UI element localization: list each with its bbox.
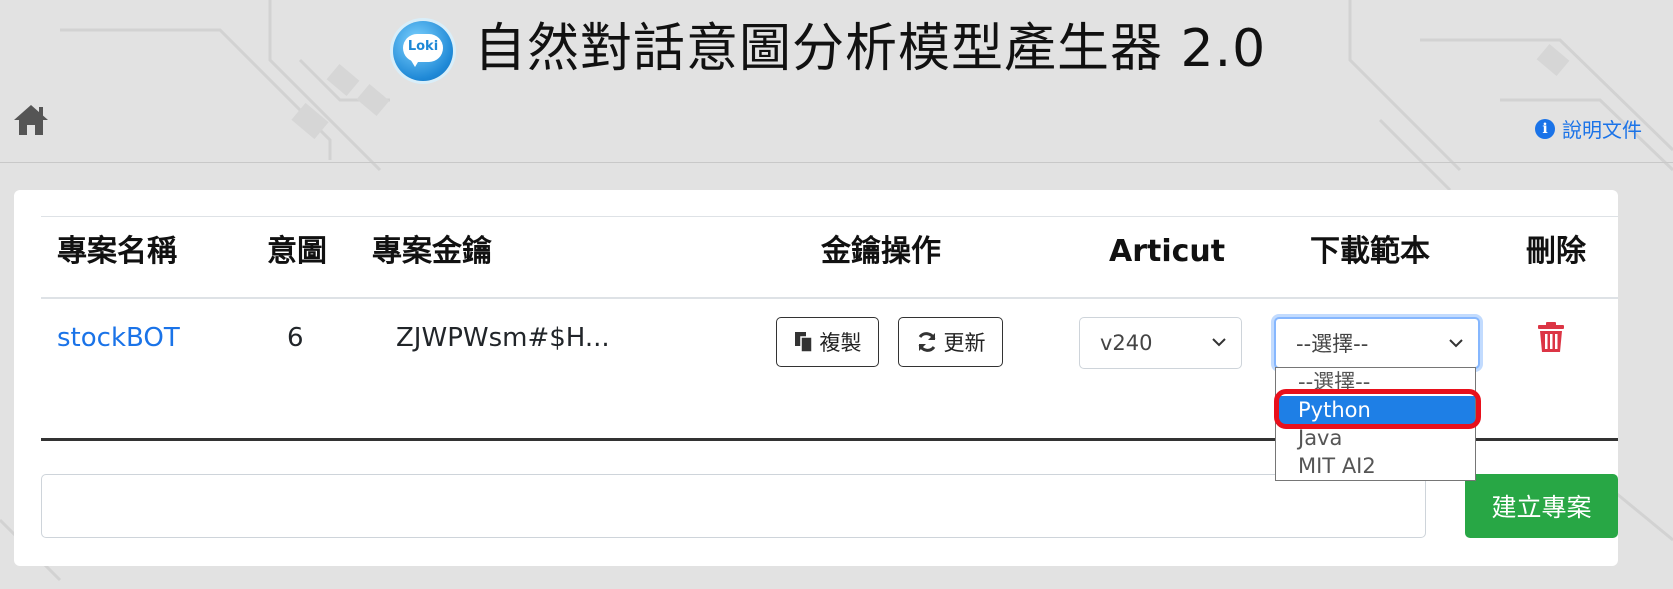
col-header-key-actions: 金鑰操作 [821, 234, 941, 269]
page-title: 自然對話意圖分析模型產生器 2.0 [474, 19, 1267, 79]
col-header-project-name: 專案名稱 [57, 234, 177, 269]
col-header-project-key: 專案金鑰 [372, 234, 492, 269]
header-divider [41, 297, 1618, 299]
intent-count: 6 [287, 323, 304, 353]
col-header-download-template: 下載範本 [1310, 234, 1430, 269]
header: Loki 自然對話意圖分析模型產生器 2.0 i 說明文件 [0, 0, 1673, 163]
col-header-articut: Articut [1109, 234, 1226, 269]
dropdown-option-mit-ai2[interactable]: MIT AI2 [1276, 452, 1475, 480]
col-header-intent: 意圖 [267, 234, 327, 269]
dropdown-option-java[interactable]: Java [1276, 424, 1475, 452]
articut-version-value: v240 [1100, 331, 1153, 355]
download-template-dropdown[interactable]: --選擇-- Python Java MIT AI2 [1275, 367, 1476, 481]
articut-version-select[interactable]: v240 [1079, 317, 1242, 369]
chevron-down-icon [1212, 338, 1226, 347]
refresh-key-button[interactable]: 更新 [898, 317, 1003, 367]
copy-key-button[interactable]: 複製 [776, 317, 879, 367]
table-top-border [41, 216, 1618, 217]
info-icon: i [1535, 118, 1555, 139]
refresh-icon [918, 332, 935, 352]
copy-key-label: 複製 [819, 331, 862, 355]
project-name-link[interactable]: stockBOT [57, 320, 180, 356]
chevron-down-icon [1449, 339, 1463, 348]
project-key: ZJWPWsm#$H... [396, 323, 610, 353]
col-header-delete: 刪除 [1526, 234, 1586, 269]
help-docs-link[interactable]: i 說明文件 [1535, 114, 1642, 143]
dropdown-option-python[interactable]: Python [1276, 396, 1475, 424]
dropdown-option-select[interactable]: --選擇-- [1276, 368, 1475, 396]
download-template-select[interactable]: --選擇-- [1274, 317, 1480, 369]
download-template-value: --選擇-- [1296, 332, 1369, 356]
create-project-button[interactable]: 建立專案 [1465, 474, 1618, 538]
help-docs-label: 說明文件 [1562, 118, 1642, 142]
new-project-name-input[interactable] [41, 474, 1426, 538]
home-icon[interactable] [12, 102, 50, 138]
loki-logo: Loki [393, 21, 453, 81]
copy-icon [794, 332, 813, 353]
refresh-key-label: 更新 [943, 331, 986, 355]
trash-icon[interactable] [1538, 322, 1564, 352]
logo-text: Loki [407, 39, 439, 54]
